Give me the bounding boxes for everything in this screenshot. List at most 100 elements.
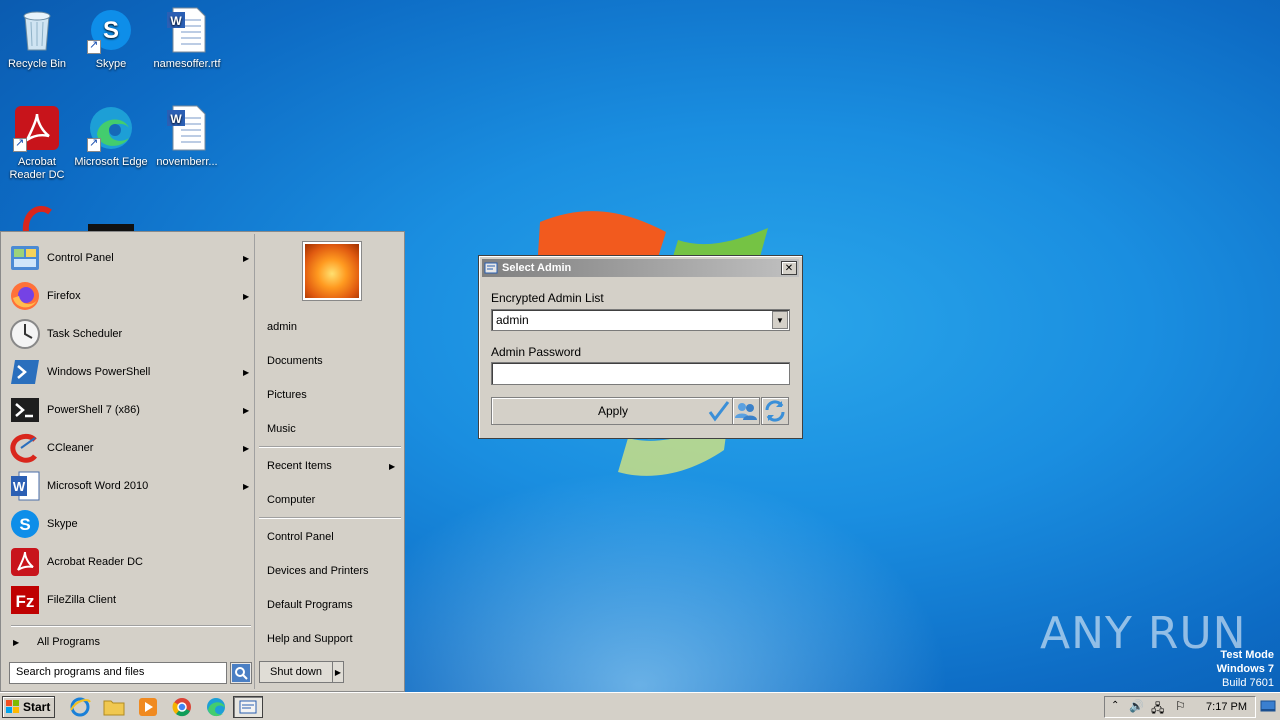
clock[interactable]: 7:17 PM (1206, 701, 1247, 713)
filezilla-icon: Fz (11, 586, 39, 614)
clock-icon (10, 319, 40, 349)
chevron-up-icon[interactable]: ⌃ (1111, 700, 1119, 711)
start-item-label: PowerShell 7 (x86) (47, 404, 140, 416)
start-item-skype[interactable]: S Skype (9, 506, 253, 542)
desktop-icon-recycle-bin[interactable]: Recycle Bin (0, 6, 74, 71)
start-item-label: Microsoft Word 2010 (47, 480, 149, 492)
places-item-documents[interactable]: Documents (259, 348, 401, 374)
taskbar: Start ⌃ 🔊 🖧 ⚐ 7:17 PM (0, 692, 1280, 720)
start-item-windows-powershell[interactable]: Windows PowerShell ▶ (9, 354, 253, 390)
start-button[interactable]: Start (2, 696, 55, 718)
dropdown-button[interactable]: ▼ (772, 311, 788, 329)
media-player-icon[interactable] (136, 696, 160, 718)
edge-icon[interactable] (204, 696, 228, 718)
places-item-control-panel[interactable]: Control Panel (259, 524, 401, 550)
search-button[interactable] (230, 662, 252, 684)
apply-button[interactable]: Apply (491, 397, 733, 425)
desktop-icon-skype[interactable]: S Skype (74, 6, 148, 71)
chevron-down-icon: ▼ (776, 315, 784, 325)
start-item-word-2010[interactable]: W Microsoft Word 2010 ▶ (9, 468, 253, 504)
start-item-label: CCleaner (47, 442, 94, 454)
skype-icon: S (87, 6, 135, 54)
desktop-icon-novemberr[interactable]: W novemberr... (150, 104, 224, 169)
start-item-task-scheduler[interactable]: Task Scheduler (9, 316, 253, 352)
start-item-control-panel[interactable]: Control Panel ▶ (9, 240, 253, 276)
refresh-button[interactable] (761, 397, 789, 425)
users-button[interactable] (732, 397, 760, 425)
places-item-computer[interactable]: Computer (259, 487, 401, 513)
places-item-help-support[interactable]: Help and Support (259, 626, 401, 652)
admin-password-input[interactable] (491, 362, 790, 385)
close-button[interactable]: ✕ (781, 261, 797, 275)
places-item-recent-items[interactable]: Recent Items ▶ (259, 453, 401, 479)
desktop-icon-edge[interactable]: Microsoft Edge (74, 104, 148, 169)
refresh-icon (765, 400, 785, 422)
start-item-firefox[interactable]: Firefox ▶ (9, 278, 253, 314)
submenu-arrow-icon: ▶ (243, 443, 250, 453)
network-icon[interactable]: 🖧 (1151, 699, 1164, 720)
volume-icon[interactable]: 🔊 (1129, 699, 1144, 713)
all-programs-arrow-icon: ▶ (13, 637, 20, 647)
shortcut-arrow-icon (87, 137, 101, 152)
shortcut-arrow-icon (13, 137, 27, 152)
explorer-folder-icon[interactable] (102, 696, 126, 718)
chevron-right-icon: ▶ (334, 667, 342, 677)
places-label: Devices and Printers (267, 565, 369, 577)
shutdown-options-button[interactable]: ▶ (332, 661, 344, 683)
start-item-powershell-7[interactable]: PowerShell 7 (x86) ▶ (9, 392, 253, 428)
places-label: Default Programs (267, 599, 353, 611)
start-search-input[interactable]: Search programs and files (9, 662, 227, 684)
dialog-title: Select Admin (502, 262, 572, 274)
places-label: Documents (267, 355, 323, 367)
checkmark-icon (708, 401, 730, 422)
desktop-icon-label: Recycle Bin (7, 58, 67, 70)
search-icon (232, 664, 250, 682)
submenu-arrow-icon: ▶ (243, 481, 250, 491)
desktop-icon-label: Skype (95, 58, 127, 70)
control-panel-icon (11, 246, 39, 270)
start-item-label: Acrobat Reader DC (47, 556, 143, 568)
svg-text:W: W (13, 479, 26, 494)
word-icon: W (11, 471, 40, 501)
places-label: Music (267, 423, 296, 435)
admin-list-select[interactable]: admin ▼ (491, 309, 790, 331)
windows-flag-icon (6, 700, 19, 713)
dialog-title-bar[interactable]: Select Admin ✕ (482, 259, 799, 277)
chrome-icon[interactable] (170, 696, 194, 718)
skype-icon: S (11, 510, 39, 538)
desktop-icon-label: Acrobat Reader DC (9, 156, 65, 181)
desktop-icon-acrobat[interactable]: Acrobat Reader DC (0, 104, 74, 182)
test-mode-line1: Test Mode (1220, 649, 1274, 661)
all-programs-item[interactable]: ▶ All Programs (9, 632, 249, 652)
places-item-devices-printers[interactable]: Devices and Printers (259, 558, 401, 584)
show-desktop-icon[interactable] (1260, 698, 1276, 714)
start-item-ccleaner[interactable]: CCleaner ▶ (9, 430, 253, 466)
app-icon (239, 700, 257, 714)
user-avatar[interactable] (303, 242, 361, 300)
selected-admin: admin (496, 313, 529, 327)
search-placeholder: Search programs and files (16, 666, 145, 678)
close-icon: ✕ (784, 262, 794, 274)
system-tray: ⌃ 🔊 🖧 ⚐ 7:17 PM (1104, 696, 1256, 718)
start-item-filezilla[interactable]: Fz FileZilla Client (9, 582, 253, 618)
shortcut-arrow-icon (87, 39, 101, 54)
internet-explorer-icon[interactable] (68, 696, 92, 718)
taskbar-select-admin-app[interactable] (233, 696, 263, 718)
flag-icon[interactable]: ⚐ (1175, 699, 1186, 713)
start-item-acrobat[interactable]: Acrobat Reader DC (9, 544, 253, 580)
apply-label: Apply (597, 404, 629, 418)
shutdown-button[interactable]: Shut down (259, 661, 333, 683)
places-item-default-programs[interactable]: Default Programs (259, 592, 401, 618)
submenu-arrow-icon: ▶ (243, 253, 250, 263)
start-menu: Control Panel ▶ Firefox ▶ Task Scheduler… (0, 231, 405, 692)
start-item-label: Task Scheduler (47, 328, 123, 340)
places-label: Control Panel (267, 531, 334, 543)
start-label: Start (23, 700, 51, 714)
desktop-icon-partial[interactable] (20, 204, 60, 233)
desktop-icon-namesoffer[interactable]: W namesoffer.rtf (150, 6, 224, 71)
places-item-music[interactable]: Music (259, 416, 401, 442)
places-item-pictures[interactable]: Pictures (259, 382, 401, 408)
submenu-arrow-icon: ▶ (389, 461, 396, 471)
test-mode-text: Test Mode Windows 7 Build 7601 (1217, 648, 1274, 690)
places-item-user[interactable]: admin (259, 314, 401, 340)
